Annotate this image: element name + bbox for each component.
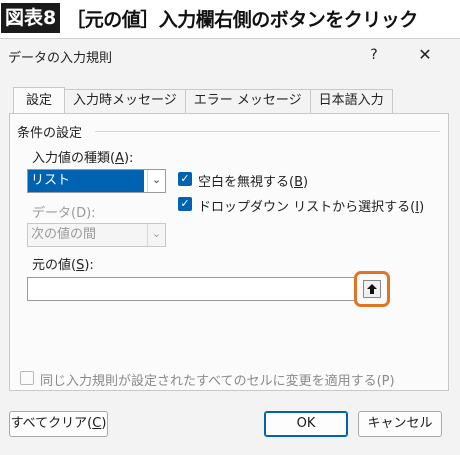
tab-input-message[interactable]: 入力時メッセージ (64, 89, 186, 113)
title-bar: データの入力規則 ? ✕ (0, 39, 460, 73)
tab-ime[interactable]: 日本語入力 (309, 89, 393, 113)
in-cell-dropdown-label: ドロップダウン リストから選択する(I) (198, 200, 425, 215)
tab-settings[interactable]: 設定 (13, 87, 66, 114)
tab-strip: 設定 入力時メッセージ エラー メッセージ 日本語入力 (13, 87, 393, 114)
apply-all-label: 同じ入力規則が設定されたすべてのセルに変更を適用する(P) (40, 374, 395, 389)
source-label: 元の値(S): (32, 258, 94, 273)
ok-button[interactable]: OK (264, 411, 348, 437)
close-icon[interactable]: ✕ (412, 43, 438, 67)
range-select-highlight (354, 271, 390, 307)
figure-header: 図表8 ［元の値］入力欄右側のボタンをクリック (0, 0, 460, 36)
allow-select[interactable]: リスト ⌄ (27, 169, 166, 193)
ignore-blank-label: 空白を無視する(B) (198, 175, 309, 190)
allow-select-value: リスト (28, 170, 144, 192)
in-cell-dropdown-checkbox[interactable]: ✓ (178, 197, 192, 211)
figure-caption: ［元の値］入力欄右側のボタンをクリック (66, 8, 418, 31)
dialog-title: データの入力規則 (8, 51, 113, 66)
help-icon[interactable]: ? (362, 43, 386, 67)
apply-all-checkbox (20, 371, 34, 385)
data-validation-dialog: データの入力規則 ? ✕ 設定 入力時メッセージ エラー メッセージ 日本語入力… (0, 38, 460, 455)
ignore-blank-checkbox[interactable]: ✓ (178, 172, 192, 186)
clear-all-button[interactable]: すべてクリア(C) (9, 411, 108, 437)
chevron-down-icon: ⌄ (147, 224, 165, 246)
section-divider (95, 131, 440, 132)
data-select: 次の値の間 ⌄ (27, 223, 166, 247)
tab-error-message[interactable]: エラー メッセージ (184, 89, 311, 113)
data-select-value: 次の値の間 (31, 227, 97, 242)
range-select-button[interactable] (363, 280, 381, 298)
section-title: 条件の設定 (17, 126, 83, 141)
source-input[interactable] (27, 277, 356, 301)
cancel-button[interactable]: キャンセル (358, 411, 442, 437)
figure-label: 図表8 (1, 3, 61, 33)
chevron-down-icon[interactable]: ⌄ (147, 170, 165, 192)
allow-label: 入力値の種類(A): (32, 151, 134, 166)
data-label: データ(D): (32, 206, 96, 221)
collapse-dialog-icon (367, 284, 377, 294)
